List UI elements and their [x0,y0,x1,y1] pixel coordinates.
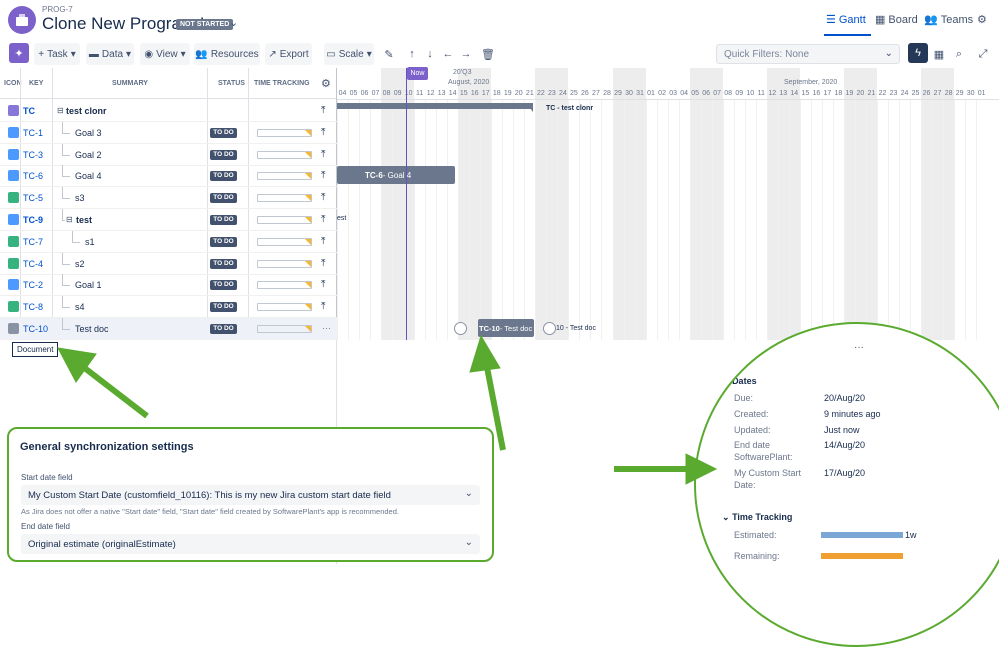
arrow-head [469,334,501,373]
arrow-shaft [80,363,149,419]
annotation-arrows [57,334,718,485]
arrow-head [57,347,97,383]
arrow-shaft [483,361,506,451]
arrow-head [685,453,718,485]
